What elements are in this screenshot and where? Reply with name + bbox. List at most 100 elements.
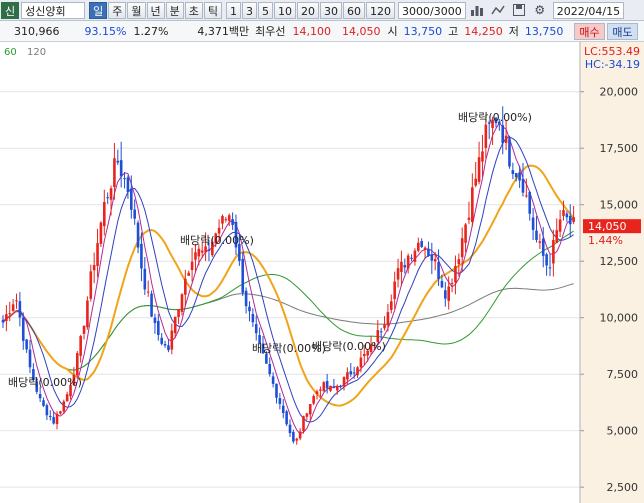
market-tag[interactable]: 신 — [1, 1, 20, 19]
candle-body — [325, 381, 329, 389]
y-tick-label: 2,500 — [607, 481, 639, 494]
candle-body — [292, 431, 295, 442]
stock-name-field[interactable]: 성신양회 — [21, 1, 86, 19]
candle-body — [150, 293, 153, 317]
y-tick-label: 17,500 — [600, 142, 639, 155]
candle-body — [248, 306, 251, 312]
candle-body — [484, 124, 488, 148]
candle-body — [302, 416, 305, 432]
candle-body — [15, 300, 18, 302]
candle-body — [501, 125, 505, 144]
candle-body — [177, 309, 180, 318]
candle-body — [531, 217, 535, 230]
priority-label: 최우선 — [255, 25, 286, 38]
candle-body — [342, 377, 346, 387]
candle-body — [136, 222, 140, 248]
candle-body — [525, 195, 528, 197]
candle-body — [21, 317, 25, 341]
candle-body — [8, 313, 12, 315]
interval-120-button[interactable]: 120 — [366, 1, 395, 19]
candle-body — [329, 385, 332, 391]
interval-5-button[interactable]: 5 — [258, 1, 273, 19]
open-label: 시 — [387, 25, 398, 38]
candle-body — [227, 215, 231, 221]
sell-button[interactable]: 매도 — [607, 23, 638, 40]
candle-body — [295, 438, 299, 441]
candle-body — [251, 313, 255, 323]
candle-body — [160, 337, 163, 344]
legend-label: 60 — [4, 47, 17, 58]
candle-body — [48, 416, 52, 418]
interval-3-button[interactable]: 3 — [242, 1, 257, 19]
candle-body — [528, 191, 532, 214]
candle-body — [11, 304, 15, 311]
candle-body — [271, 376, 275, 384]
interval-30-button[interactable]: 30 — [320, 1, 342, 19]
candle-body — [42, 400, 45, 406]
candle-body — [207, 249, 211, 251]
candle-body — [244, 290, 248, 307]
high-label: 고 — [448, 25, 459, 38]
candle-body — [481, 151, 484, 162]
date-field[interactable]: 2022/04/15 — [552, 1, 625, 19]
save-icon[interactable] — [509, 2, 529, 19]
candle-body — [315, 391, 319, 395]
candle-body — [28, 349, 32, 368]
candle-body — [204, 246, 207, 253]
candle-body — [319, 389, 322, 391]
candle-body — [322, 382, 326, 392]
candle-body — [457, 259, 461, 265]
candle-body — [352, 372, 356, 374]
period-month-button[interactable]: 월 — [127, 1, 146, 19]
candle-body — [140, 243, 143, 269]
y-tick-label: 12,500 — [600, 255, 639, 268]
candle-body — [82, 325, 86, 334]
data-count-field[interactable]: 3000/3000 — [398, 1, 466, 19]
candle-body — [389, 301, 393, 310]
candle-body — [511, 170, 515, 175]
hc-label: HC:-34.19 — [585, 58, 640, 71]
candle-body — [75, 353, 79, 376]
current-price-label: 14,050 — [588, 220, 627, 233]
period-year-button[interactable]: 년 — [146, 1, 165, 19]
candle-body — [403, 265, 407, 268]
candle-body — [562, 210, 565, 216]
candle-body — [406, 255, 410, 269]
candle-body — [454, 265, 457, 283]
candle-body — [400, 261, 403, 272]
period-day-button[interactable]: 일 — [89, 1, 108, 19]
period-second-button[interactable]: 초 — [184, 1, 203, 19]
candle-body — [79, 336, 82, 356]
candle-body — [450, 283, 454, 285]
period-tick-button[interactable]: 틱 — [203, 1, 222, 19]
candle-body — [504, 135, 508, 144]
candlestick-chart[interactable]: 20,000 17,500 15,000 12,500 10,000 7,500 5,000… — [0, 42, 644, 503]
candle-body — [163, 343, 167, 346]
candle-body — [423, 247, 427, 250]
interval-60-button[interactable]: 60 — [343, 1, 365, 19]
gear-icon[interactable]: ⚙ — [530, 2, 550, 19]
interval-20-button[interactable]: 20 — [297, 1, 319, 19]
line-tool-icon[interactable] — [488, 2, 508, 19]
candle-body — [99, 222, 103, 244]
buy-button[interactable]: 매수 — [574, 23, 605, 40]
candle-body — [65, 394, 69, 402]
candle-body — [538, 241, 542, 243]
volume-ratio-value: 93.15% — [84, 24, 127, 38]
candle-body — [157, 320, 160, 335]
y-tick-label: 20,000 — [600, 86, 639, 99]
interval-1-button[interactable]: 1 — [226, 1, 241, 19]
y-tick-label: 7,500 — [607, 368, 639, 381]
candle-body — [383, 324, 386, 329]
candle-body — [153, 317, 157, 324]
bar-chart-icon[interactable] — [467, 2, 487, 19]
candle-body — [109, 188, 113, 200]
candle-body — [518, 172, 521, 181]
candle-body — [312, 396, 315, 404]
period-week-button[interactable]: 주 — [108, 1, 127, 19]
period-minute-button[interactable]: 분 — [165, 1, 184, 19]
interval-10-button[interactable]: 10 — [274, 1, 296, 19]
candle-body — [5, 314, 8, 321]
open-value: 13,750 — [403, 24, 443, 38]
candle-body — [1, 319, 5, 323]
